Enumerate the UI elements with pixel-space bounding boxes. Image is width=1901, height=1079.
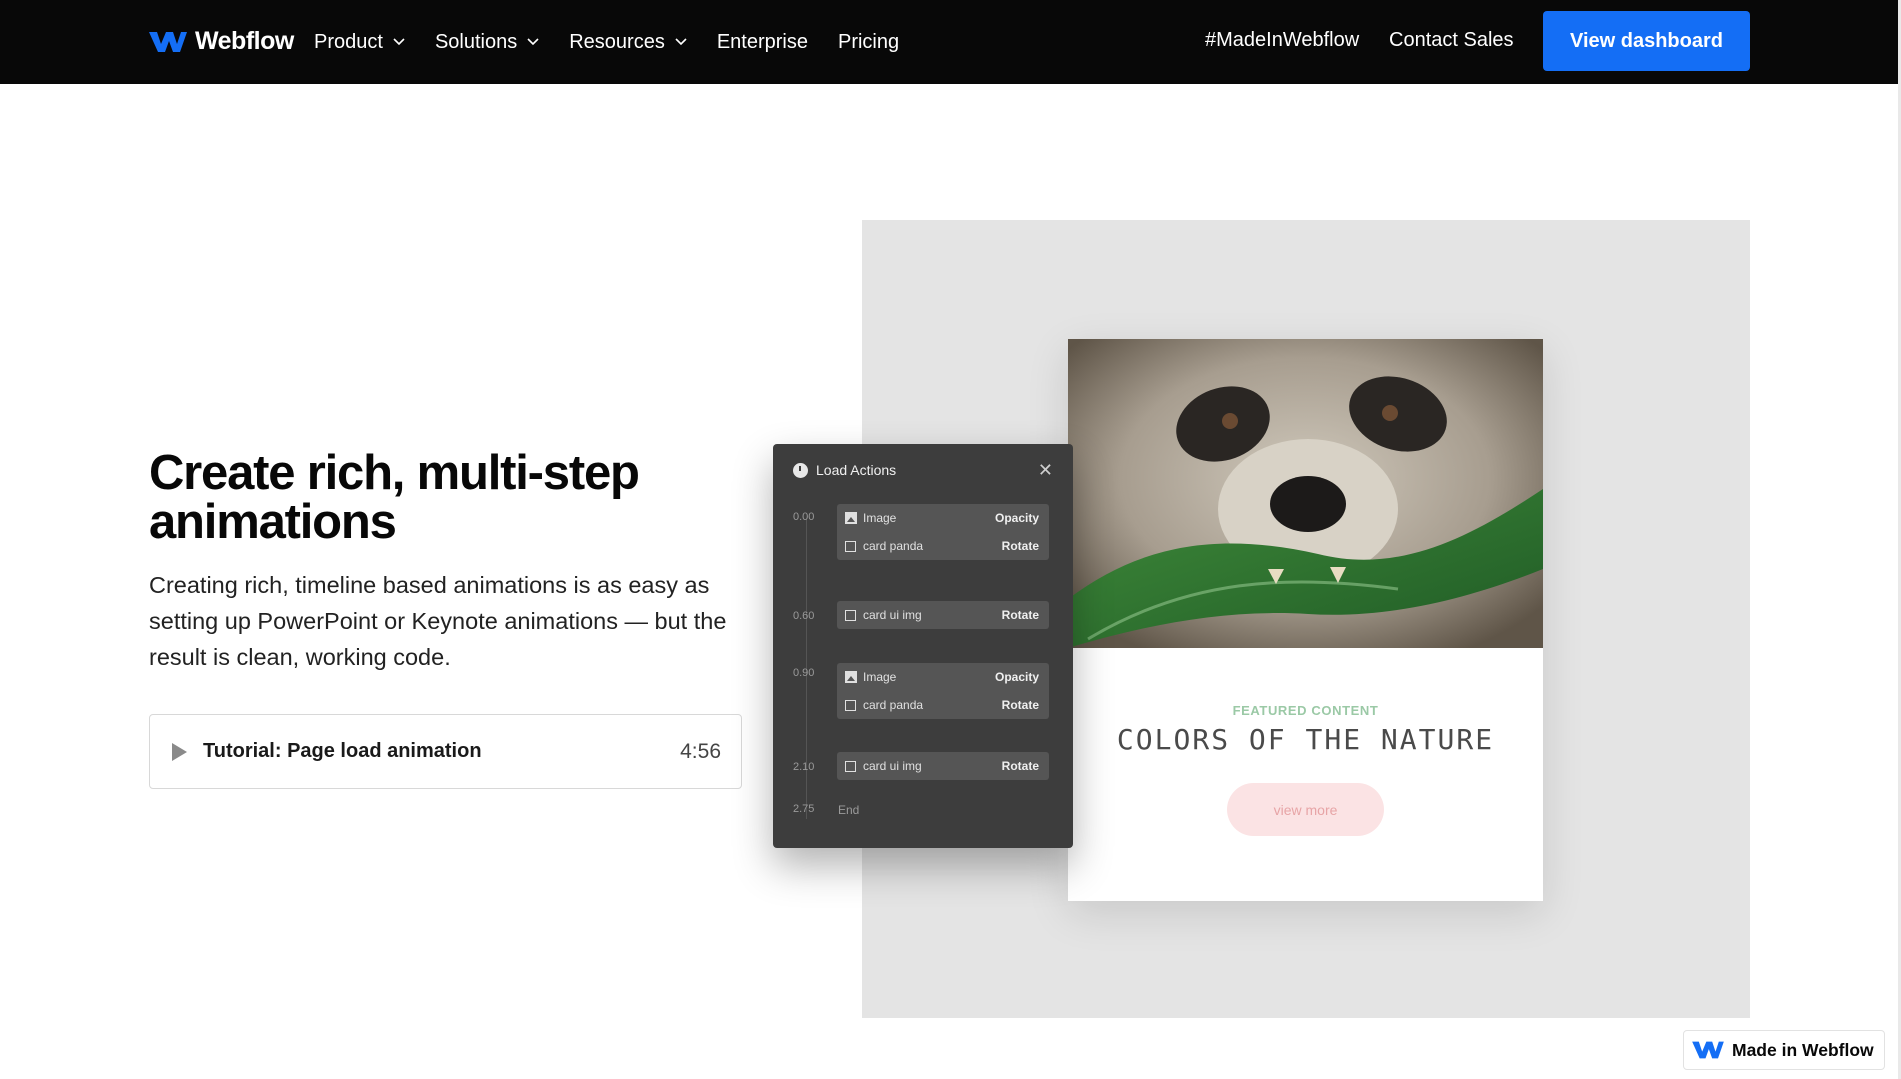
nav-item-solutions[interactable]: Solutions bbox=[435, 31, 539, 54]
action-target: Image bbox=[863, 670, 897, 684]
action-type: Rotate bbox=[1001, 759, 1039, 773]
nav-item-resources[interactable]: Resources bbox=[569, 31, 687, 54]
action-type: Opacity bbox=[994, 511, 1039, 525]
action-row[interactable]: Image Opacity bbox=[837, 504, 1049, 532]
nav-contact-sales[interactable]: Contact Sales bbox=[1389, 29, 1514, 52]
action-target: card panda bbox=[863, 539, 924, 553]
made-in-webflow-badge[interactable]: Made in Webflow bbox=[1683, 1030, 1885, 1070]
action-type: Rotate bbox=[1001, 539, 1039, 553]
action-target: Image bbox=[863, 511, 897, 525]
action-row[interactable]: Image Opacity bbox=[837, 663, 1049, 691]
step-group: card ui img Rotate bbox=[837, 752, 1049, 780]
load-actions-panel: Load Actions ✕ 0.00 Image Opacity card p… bbox=[773, 444, 1073, 848]
panda-photo bbox=[1068, 339, 1543, 648]
nav-item-label: Enterprise bbox=[716, 30, 808, 53]
logo-text: Webflow bbox=[195, 27, 294, 55]
hero-body: Creating rich, timeline based animations… bbox=[149, 572, 727, 670]
primary-nav: Product Solutions Resources Enterprise P… bbox=[314, 0, 899, 84]
action-target: card panda bbox=[863, 698, 924, 712]
tutorial-label: Tutorial: Page load animation bbox=[203, 740, 482, 762]
nav-item-pricing[interactable]: Pricing bbox=[838, 31, 899, 54]
chevron-down-icon bbox=[675, 38, 687, 46]
nav-item-label: Resources bbox=[569, 30, 665, 53]
nav-item-label: Product bbox=[314, 30, 383, 53]
step-time: 0.00 bbox=[793, 511, 815, 523]
step-group: Image Opacity card panda Rotate bbox=[837, 504, 1049, 560]
nav-item-enterprise[interactable]: Enterprise bbox=[717, 31, 808, 54]
action-target: card ui img bbox=[863, 608, 922, 622]
nav-item-label: Pricing bbox=[837, 30, 900, 53]
checkbox-icon bbox=[845, 609, 856, 621]
action-row[interactable]: card panda Rotate bbox=[837, 532, 1049, 560]
nav-item-label: Solutions bbox=[434, 30, 518, 53]
action-row[interactable]: card ui img Rotate bbox=[837, 601, 1049, 629]
end-label: End bbox=[838, 803, 860, 817]
step-group: card ui img Rotate bbox=[837, 601, 1049, 629]
action-type: Rotate bbox=[1001, 698, 1039, 712]
tutorial-duration: 4:56 bbox=[680, 739, 721, 763]
step-group: Image Opacity card panda Rotate bbox=[837, 663, 1049, 719]
action-row[interactable]: card panda Rotate bbox=[837, 691, 1049, 719]
webflow-logo-icon bbox=[149, 31, 187, 52]
panda-image bbox=[1068, 339, 1543, 648]
chevron-down-icon bbox=[527, 38, 539, 46]
action-row[interactable]: card ui img Rotate bbox=[837, 752, 1049, 780]
step-time: 0.60 bbox=[793, 610, 815, 622]
action-type: Opacity bbox=[994, 670, 1039, 684]
load-actions-title: Load Actions bbox=[816, 462, 897, 478]
step-time: 2.10 bbox=[793, 761, 815, 773]
checkbox-icon bbox=[845, 760, 856, 772]
image-icon bbox=[845, 671, 857, 683]
hero-headline: Create rich, multi-step animations bbox=[149, 446, 640, 549]
load-actions-header: Load Actions bbox=[793, 462, 896, 478]
end-time: 2.75 bbox=[793, 803, 815, 815]
close-icon[interactable]: ✕ bbox=[1038, 460, 1053, 481]
card-eyebrow: FEATURED CONTENT bbox=[1232, 703, 1379, 718]
webflow-logo-icon bbox=[1692, 1041, 1724, 1059]
nav-made-in-webflow[interactable]: #MadeInWebflow bbox=[1205, 29, 1359, 52]
checkbox-icon bbox=[845, 540, 856, 552]
tutorial-video-link[interactable]: Tutorial: Page load animation 4:56 bbox=[149, 714, 742, 789]
view-dashboard-button[interactable]: View dashboard bbox=[1543, 11, 1750, 71]
checkbox-icon bbox=[845, 699, 856, 711]
play-icon bbox=[172, 742, 187, 761]
view-more-button[interactable]: view more bbox=[1227, 783, 1384, 836]
action-target: card ui img bbox=[863, 759, 922, 773]
badge-label: Made in Webflow bbox=[1732, 1039, 1874, 1060]
step-time: 0.90 bbox=[793, 667, 815, 679]
featured-card: FEATURED CONTENT COLORS OF THE NATURE vi… bbox=[1068, 339, 1543, 901]
card-title: COLORS OF THE NATURE bbox=[1116, 723, 1495, 756]
chevron-down-icon bbox=[393, 38, 405, 46]
nav-item-product[interactable]: Product bbox=[314, 31, 405, 54]
webflow-logo[interactable]: Webflow bbox=[149, 27, 294, 56]
clock-icon bbox=[793, 462, 808, 478]
action-type: Rotate bbox=[1001, 608, 1039, 622]
top-nav: Webflow Product Solutions Resources Ente… bbox=[0, 0, 1901, 84]
image-icon bbox=[845, 512, 857, 524]
